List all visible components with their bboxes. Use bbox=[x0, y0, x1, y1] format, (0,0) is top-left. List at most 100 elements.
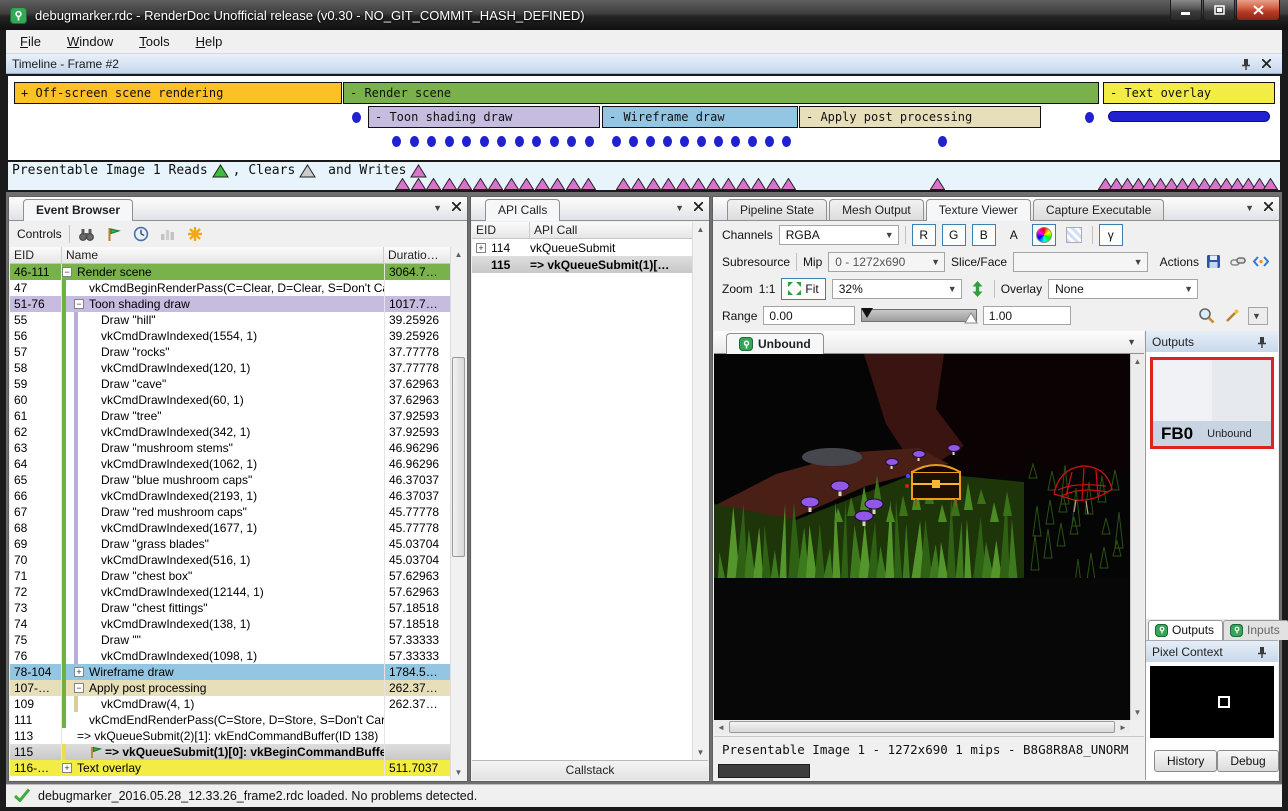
scroll-down-icon[interactable]: ▼ bbox=[1131, 705, 1144, 720]
texture-viewport[interactable] bbox=[714, 354, 1130, 720]
mip-select[interactable]: 0 - 1272x690▼ bbox=[828, 252, 945, 272]
close-icon[interactable] bbox=[452, 202, 461, 214]
statistics-icon[interactable] bbox=[158, 224, 178, 244]
table-row[interactable]: 58vkCmdDrawIndexed(120, 1)37.77778 bbox=[10, 360, 450, 376]
horizontal-scrollbar[interactable]: ◄ ► bbox=[714, 720, 1130, 734]
scroll-up-icon[interactable]: ▲ bbox=[451, 247, 466, 262]
find-event-icon[interactable] bbox=[77, 224, 97, 244]
range-max-input[interactable]: 1.00 bbox=[983, 306, 1071, 325]
table-row[interactable]: 62vkCmdDrawIndexed(342, 1)37.92593 bbox=[10, 424, 450, 440]
pin-icon[interactable] bbox=[1236, 54, 1256, 74]
output-thumbnail-fb0[interactable]: FB0 Unbound bbox=[1150, 357, 1274, 449]
texture-list-dropdown-icon[interactable]: ▼ bbox=[1127, 337, 1136, 347]
close-button[interactable] bbox=[1236, 0, 1280, 21]
autofit-wand-icon[interactable] bbox=[1222, 306, 1242, 326]
custom-display-button[interactable] bbox=[1032, 224, 1056, 246]
tree-expander-icon[interactable]: − bbox=[74, 299, 84, 309]
scroll-down-icon[interactable]: ▼ bbox=[451, 765, 466, 780]
timeline-bar[interactable]: - Apply post processing bbox=[799, 106, 1041, 128]
table-row[interactable]: 64vkCmdDrawIndexed(1062, 1)46.96296 bbox=[10, 456, 450, 472]
table-row[interactable]: 66vkCmdDrawIndexed(2193, 1)46.37037 bbox=[10, 488, 450, 504]
column-duration[interactable]: Duratio… bbox=[384, 247, 450, 263]
time-draws-icon[interactable] bbox=[131, 224, 151, 244]
scrollbar-thumb[interactable] bbox=[452, 357, 465, 557]
overlay-select[interactable]: None▼ bbox=[1048, 279, 1198, 299]
history-button[interactable]: History bbox=[1154, 750, 1217, 772]
range-options-icon[interactable]: ▼ bbox=[1248, 307, 1268, 325]
scroll-left-icon[interactable]: ◄ bbox=[714, 720, 728, 735]
minimize-button[interactable] bbox=[1170, 0, 1202, 21]
table-row[interactable]: 69Draw "grass blades"45.03704 bbox=[10, 536, 450, 552]
timeline-bar[interactable]: - Toon shading draw bbox=[368, 106, 600, 128]
tab-pipeline-state[interactable]: Pipeline State bbox=[727, 199, 827, 220]
tree-expander-icon[interactable]: − bbox=[62, 267, 72, 277]
menu-window[interactable]: Window bbox=[67, 34, 113, 49]
jump-to-event-icon[interactable] bbox=[104, 224, 124, 244]
table-row[interactable]: 51-76−Toon shading draw1017.7… bbox=[10, 296, 450, 312]
red-channel-button[interactable]: R bbox=[912, 224, 936, 246]
blue-channel-button[interactable]: B bbox=[972, 224, 996, 246]
bookmark-icon[interactable] bbox=[185, 224, 205, 244]
tab-unbound-texture[interactable]: Unbound bbox=[726, 333, 824, 355]
save-icon[interactable] bbox=[1205, 252, 1223, 272]
zoom-range-icon[interactable] bbox=[1196, 306, 1216, 326]
tree-expander-icon[interactable]: − bbox=[74, 683, 84, 693]
green-channel-button[interactable]: G bbox=[942, 224, 966, 246]
range-min-input[interactable]: 0.00 bbox=[763, 306, 855, 325]
close-icon[interactable] bbox=[1256, 54, 1276, 74]
timeline-bar[interactable]: - Wireframe draw bbox=[602, 106, 798, 128]
scroll-up-icon[interactable]: ▲ bbox=[693, 222, 708, 237]
table-row[interactable]: 70vkCmdDrawIndexed(516, 1)45.03704 bbox=[10, 552, 450, 568]
alpha-channel-button[interactable]: A bbox=[1002, 224, 1026, 246]
tree-expander-icon[interactable]: + bbox=[74, 667, 84, 677]
table-row[interactable]: 116-…+Text overlay511.7037 bbox=[10, 760, 450, 776]
column-api-call[interactable]: API Call bbox=[530, 222, 692, 238]
table-row[interactable]: 75Draw ""57.33333 bbox=[10, 632, 450, 648]
table-row[interactable]: 61Draw "tree"37.92593 bbox=[10, 408, 450, 424]
tab-api-calls[interactable]: API Calls bbox=[485, 199, 560, 221]
slice-face-select[interactable]: ▼ bbox=[1013, 252, 1148, 272]
table-row[interactable]: 46-111−Render scene3064.7… bbox=[10, 264, 450, 280]
tree-expander-icon[interactable]: + bbox=[62, 763, 72, 773]
panel-menu-icon[interactable]: ▼ bbox=[433, 203, 442, 213]
table-row[interactable]: 115=> vkQueueSubmit(1)[… bbox=[472, 256, 692, 273]
panel-menu-icon[interactable]: ▼ bbox=[675, 203, 684, 213]
tab-inputs[interactable]: Inputs bbox=[1223, 620, 1288, 640]
table-row[interactable]: 111vkCmdEndRenderPass(C=Store, D=Store, … bbox=[10, 712, 450, 728]
timeline-bar[interactable]: - Render scene bbox=[343, 82, 1099, 104]
pin-icon[interactable] bbox=[1252, 642, 1272, 662]
maximize-button[interactable] bbox=[1203, 0, 1235, 21]
scrollbar-thumb[interactable] bbox=[729, 721, 1115, 733]
table-row[interactable]: 60vkCmdDrawIndexed(60, 1)37.62963 bbox=[10, 392, 450, 408]
scroll-right-icon[interactable]: ► bbox=[1116, 720, 1130, 735]
column-eid[interactable]: EID bbox=[10, 247, 62, 263]
range-white-handle[interactable] bbox=[964, 312, 978, 324]
range-black-handle[interactable] bbox=[860, 307, 874, 319]
api-calls-scrollbar[interactable]: ▲ ▼ bbox=[692, 222, 708, 760]
alpha-background-button[interactable] bbox=[1062, 224, 1086, 246]
close-icon[interactable] bbox=[694, 202, 703, 214]
table-row[interactable]: 109vkCmdDraw(4, 1)262.37… bbox=[10, 696, 450, 712]
event-browser-scrollbar[interactable]: ▲ ▼ bbox=[450, 247, 466, 780]
timeline-bar[interactable]: + Off-screen scene rendering bbox=[14, 82, 342, 104]
debug-button[interactable]: Debug bbox=[1217, 750, 1278, 772]
vertical-scrollbar[interactable]: ▲ ▼ bbox=[1130, 354, 1144, 720]
timeline-canvas[interactable]: + Off-screen scene rendering- Render sce… bbox=[8, 76, 1280, 160]
fit-button[interactable]: Fit bbox=[781, 278, 825, 300]
table-row[interactable]: 56vkCmdDrawIndexed(1554, 1)39.25926 bbox=[10, 328, 450, 344]
table-row[interactable]: 67Draw "red mushroom caps"45.77778 bbox=[10, 504, 450, 520]
table-row[interactable]: 63Draw "mushroom stems"46.96296 bbox=[10, 440, 450, 456]
table-row[interactable]: 73Draw "chest fittings"57.18518 bbox=[10, 600, 450, 616]
table-row[interactable]: 65Draw "blue mushroom caps"46.37037 bbox=[10, 472, 450, 488]
table-row[interactable]: 76vkCmdDrawIndexed(1098, 1)57.33333 bbox=[10, 648, 450, 664]
table-row[interactable]: 107-…−Apply post processing262.37… bbox=[10, 680, 450, 696]
table-row[interactable]: 113=> vkQueueSubmit(2)[1]: vkEndCommandB… bbox=[10, 728, 450, 744]
callstack-section[interactable]: Callstack bbox=[472, 760, 708, 780]
table-row[interactable]: 72vkCmdDrawIndexed(12144, 1)57.62963 bbox=[10, 584, 450, 600]
table-row[interactable]: 115=> vkQueueSubmit(1)[0]: vkBeginComman… bbox=[10, 744, 450, 760]
table-row[interactable]: 59Draw "cave"37.62963 bbox=[10, 376, 450, 392]
tab-mesh-output[interactable]: Mesh Output bbox=[829, 199, 924, 220]
table-row[interactable]: 71Draw "chest box"57.62963 bbox=[10, 568, 450, 584]
range-slider[interactable] bbox=[861, 309, 976, 322]
close-icon[interactable] bbox=[1264, 202, 1273, 214]
